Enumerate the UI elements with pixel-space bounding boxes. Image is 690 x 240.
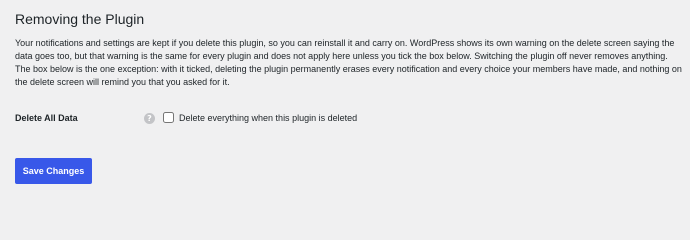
delete-all-data-checkbox-label[interactable]: Delete everything when this plugin is de… <box>179 112 357 125</box>
delete-all-data-row: Delete All Data ? Delete everything when… <box>15 109 675 129</box>
question-mark-icon[interactable]: ? <box>144 113 155 124</box>
delete-all-data-checkbox[interactable] <box>163 112 174 123</box>
delete-all-data-label: Delete All Data <box>15 113 78 123</box>
section-title: Removing the Plugin <box>15 11 145 27</box>
save-changes-button[interactable]: Save Changes <box>15 158 92 184</box>
section-description: Your notifications and settings are kept… <box>15 38 682 87</box>
